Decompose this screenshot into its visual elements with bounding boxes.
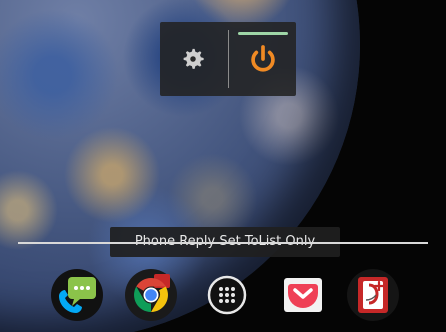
- widget-divider: [228, 30, 229, 88]
- pocket-icon: [284, 278, 322, 312]
- google-plus-icon: [347, 269, 399, 321]
- quick-settings-widget: [160, 22, 296, 96]
- power-icon: [251, 45, 275, 72]
- dock-item-app-drawer[interactable]: [200, 268, 254, 322]
- dock-item-chrome[interactable]: [124, 268, 178, 322]
- home-screen: Phone Reply Set ToList Only: [0, 0, 446, 332]
- settings-button[interactable]: [160, 22, 226, 96]
- chrome-icon: [125, 269, 177, 321]
- dock-item-phone-messaging[interactable]: [50, 268, 104, 322]
- dock-item-google-plus[interactable]: [346, 268, 400, 322]
- phone-message-icon: [51, 269, 103, 321]
- dock-item-pocket[interactable]: [276, 268, 330, 322]
- gear-icon: [183, 48, 204, 69]
- dock-separator: [18, 242, 428, 244]
- app-drawer-icon: [207, 275, 247, 315]
- power-toggle-button[interactable]: [230, 22, 296, 96]
